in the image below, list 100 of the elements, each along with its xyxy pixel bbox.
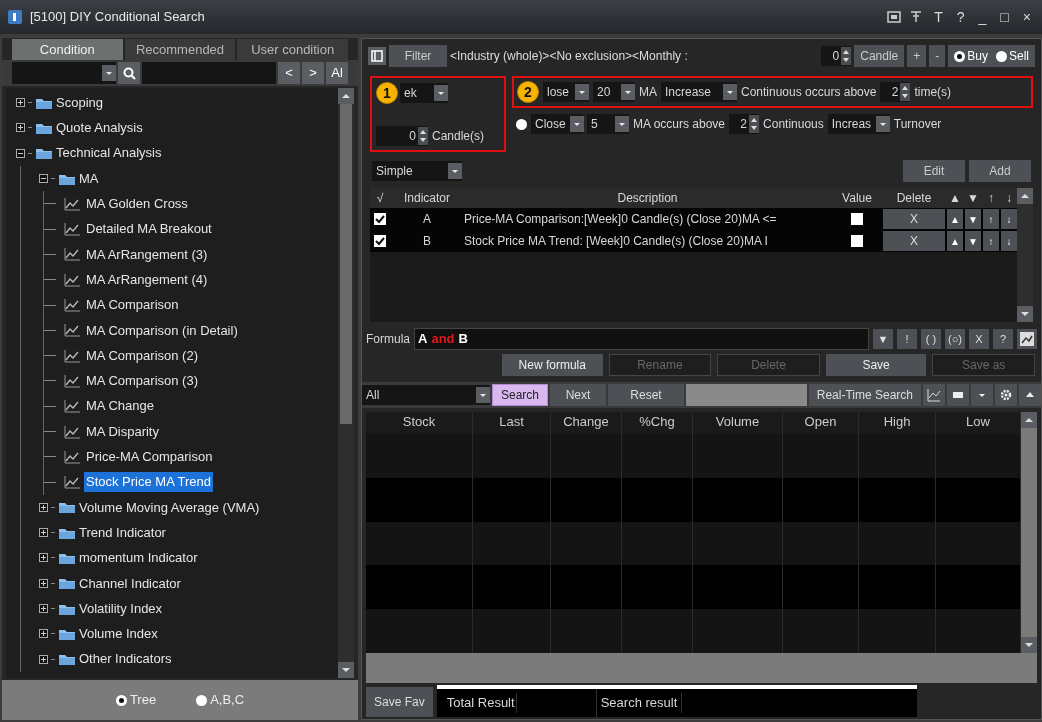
remove-row-button[interactable]: X	[883, 209, 945, 229]
move-button[interactable]: ↓	[1001, 209, 1017, 229]
expander[interactable]	[39, 502, 48, 512]
dropdown[interactable]: ek	[400, 83, 448, 103]
scrollbar[interactable]	[1021, 412, 1037, 653]
radio-button[interactable]	[516, 118, 527, 130]
dropdown[interactable]: Increas	[827, 114, 890, 134]
save-fav-button[interactable]: Save Fav	[366, 687, 433, 717]
checkbox[interactable]	[851, 213, 863, 225]
move-button[interactable]: ▼	[965, 209, 981, 229]
checkbox[interactable]	[374, 235, 386, 247]
button[interactable]: Add	[969, 160, 1031, 182]
expander[interactable]	[39, 654, 48, 664]
window-control[interactable]: ×	[1019, 6, 1034, 28]
nav-button[interactable]: <	[278, 62, 300, 84]
expander[interactable]	[16, 148, 25, 158]
tab[interactable]: Recommended	[124, 39, 236, 60]
move-button[interactable]: ↑	[983, 209, 999, 229]
formula-tool-button[interactable]: !	[897, 329, 917, 349]
tree-item[interactable]: MA	[79, 168, 99, 189]
remove-row-button[interactable]: X	[883, 231, 945, 251]
dropdown[interactable]: lose	[543, 82, 589, 102]
tree-item[interactable]: MA Disparity	[84, 421, 161, 442]
nav-button[interactable]: Al	[326, 62, 348, 84]
formula-tool-button[interactable]: ▼	[873, 329, 893, 349]
dropdown[interactable]: Close	[531, 114, 583, 134]
tree-item[interactable]: Quote Analysis	[56, 118, 143, 138]
tree-item[interactable]: MA Golden Cross	[84, 194, 190, 214]
number-spinner[interactable]: 2	[880, 82, 911, 102]
window-control[interactable]: T	[931, 6, 946, 28]
dropdown[interactable]	[12, 62, 116, 84]
move-button[interactable]: ▼	[965, 231, 981, 251]
checkbox[interactable]	[374, 213, 386, 225]
button[interactable]: Edit	[903, 160, 965, 182]
formula-tool-button[interactable]: ?	[993, 329, 1013, 349]
tree-item[interactable]: Stock Price MA Trend	[84, 472, 213, 492]
caret-button[interactable]	[971, 384, 993, 406]
tree-item[interactable]: momentum Indicator	[79, 548, 198, 568]
radio-button[interactable]	[996, 50, 1007, 62]
scrollbar[interactable]	[1017, 188, 1033, 322]
dropdown[interactable]: Increase	[661, 82, 737, 102]
search-field[interactable]	[142, 62, 276, 84]
button[interactable]: Save	[825, 354, 927, 376]
dropdown[interactable]: Simple	[372, 161, 462, 181]
tree-item[interactable]: MA Comparison (in Detail)	[84, 320, 240, 341]
expander[interactable]	[16, 123, 25, 133]
radio-button[interactable]	[196, 694, 208, 706]
expander[interactable]	[39, 528, 48, 538]
window-control[interactable]: _	[975, 6, 990, 28]
tree-item[interactable]: Price-MA Comparison	[84, 447, 215, 467]
tab[interactable]: Condition	[12, 39, 123, 60]
chart-button[interactable]	[923, 384, 945, 406]
move-button[interactable]: ↓	[1001, 231, 1017, 251]
nav-button[interactable]: >	[302, 62, 324, 84]
expander[interactable]	[39, 629, 48, 639]
radio-button[interactable]	[954, 50, 966, 62]
radio-group[interactable]: Buy Sell	[948, 45, 1035, 67]
formula-field[interactable]: A and B	[414, 328, 869, 350]
dropdown[interactable]: 5	[587, 114, 629, 134]
button[interactable]: Next	[550, 384, 606, 406]
number-spinner[interactable]: 2	[729, 114, 760, 134]
dropdown[interactable]: 20	[593, 82, 635, 102]
tree-item[interactable]: MA ArRangement (4)	[84, 269, 210, 290]
tab[interactable]: User condition	[237, 39, 348, 60]
image-button[interactable]	[1017, 329, 1037, 349]
window-control[interactable]: ?	[953, 6, 968, 28]
dropdown[interactable]: All	[362, 385, 490, 405]
tree-item[interactable]: Technical Analysis	[56, 143, 162, 163]
tree-item[interactable]: MA ArRangement (3)	[84, 244, 210, 265]
formula-tool-button[interactable]: (○)	[945, 329, 965, 349]
tree-item[interactable]: Volume Moving Average (VMA)	[79, 497, 260, 518]
move-button[interactable]: ▲	[947, 231, 963, 251]
expander[interactable]	[16, 98, 25, 108]
expander[interactable]	[39, 174, 48, 184]
tree-item[interactable]: MA Change	[84, 396, 156, 416]
number-spinner[interactable]: 0	[376, 126, 428, 146]
tree-item[interactable]: Detailed MA Breakout	[84, 219, 214, 239]
tree-item[interactable]: MA Comparison (2)	[84, 345, 200, 366]
expander[interactable]	[39, 604, 48, 614]
button[interactable]: -	[929, 45, 946, 67]
button[interactable]: +	[907, 45, 927, 67]
tree-item[interactable]: Channel Indicator	[79, 573, 181, 594]
tree-item[interactable]: Scoping	[56, 92, 103, 113]
move-button[interactable]: ▲	[947, 209, 963, 229]
tree-item[interactable]: Other Indicators	[79, 649, 172, 669]
button[interactable]: New formula	[502, 354, 603, 376]
move-button[interactable]: ↑	[983, 231, 999, 251]
formula-tool-button[interactable]: X	[969, 329, 989, 349]
tree-item[interactable]: Volume Index	[79, 624, 158, 644]
tree-item[interactable]: MA Comparison	[84, 295, 181, 315]
tree-item[interactable]: MA Comparison (3)	[84, 371, 200, 391]
number-spinner[interactable]: 0	[821, 46, 852, 66]
expander[interactable]	[39, 578, 48, 588]
checkbox[interactable]	[851, 235, 863, 247]
tree-item[interactable]: Trend Indicator	[79, 522, 166, 543]
scrollbar[interactable]	[338, 88, 354, 678]
search-button[interactable]	[118, 62, 140, 84]
window-control[interactable]: □	[997, 6, 1012, 28]
button[interactable]: Real-Time Search	[808, 384, 921, 406]
button[interactable]: Search	[492, 384, 548, 406]
